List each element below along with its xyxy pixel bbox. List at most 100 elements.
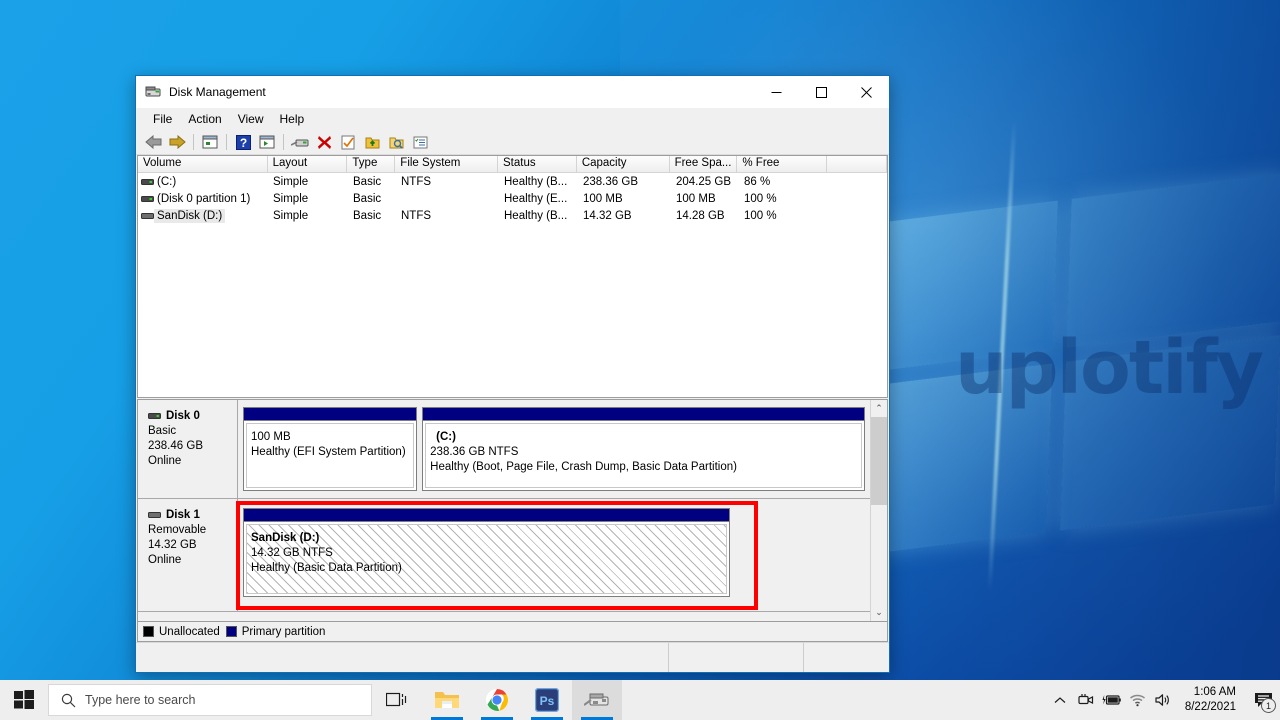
disk-management-icon[interactable] — [572, 680, 622, 720]
volume-removable-icon — [141, 212, 154, 219]
column-header-status[interactable]: Status — [498, 156, 577, 172]
table-row[interactable]: (C:) Simple Basic NTFS Healthy (B... 238… — [138, 173, 887, 190]
layout-cell: Simple — [273, 192, 309, 205]
task-view-icon[interactable] — [372, 680, 422, 720]
find-icon[interactable] — [385, 132, 407, 153]
table-row[interactable]: (Disk 0 partition 1) Simple Basic Health… — [138, 190, 887, 207]
delete-icon[interactable] — [313, 132, 335, 153]
file-system-cell: NTFS — [401, 175, 432, 188]
maximize-button[interactable] — [799, 76, 844, 108]
partition-size: 14.32 GB NTFS — [251, 547, 333, 559]
file-explorer-icon[interactable] — [422, 680, 472, 720]
column-header-layout[interactable]: Layout — [267, 156, 348, 172]
minimize-button[interactable] — [754, 76, 799, 108]
notification-count: 1 — [1261, 698, 1276, 713]
partition-efi[interactable]: 100 MB Healthy (EFI System Partition) — [243, 407, 418, 491]
free-space-cell: 14.28 GB — [676, 209, 725, 222]
scroll-down-button[interactable]: ⌄ — [871, 604, 887, 621]
volume-list-header: Volume Layout Type File System Status Ca… — [138, 156, 887, 173]
clock-date: 8/22/2021 — [1184, 701, 1236, 713]
disk-row-0[interactable]: Disk 0 Basic 238.46 GB Online 100 MB Hea… — [138, 400, 870, 499]
partition-size: 100 MB — [251, 431, 291, 443]
help-icon[interactable]: ? — [232, 132, 254, 153]
google-chrome-icon[interactable] — [472, 680, 522, 720]
volume-cell[interactable]: (Disk 0 partition 1) — [138, 192, 268, 206]
volume-icon[interactable] — [1151, 680, 1177, 720]
disk-partitions-1: SanDisk (D:) 14.32 GB NTFS Healthy (Basi… — [238, 499, 870, 611]
show-console-tree-icon[interactable] — [256, 132, 278, 153]
chevron-up-icon[interactable] — [1047, 680, 1073, 720]
column-header-free-space[interactable]: Free Spa... — [669, 156, 738, 172]
notification-icon[interactable]: 1 — [1246, 680, 1280, 720]
disk-management-window[interactable]: Disk Management File Action View Help ? … — [135, 75, 890, 673]
disk-row-1[interactable]: Disk 1 Removable 14.32 GB Online SanDisk… — [138, 499, 870, 612]
search-placeholder: Type here to search — [85, 693, 196, 707]
window-title: Disk Management — [169, 85, 266, 99]
close-button[interactable] — [844, 76, 889, 108]
partition-c[interactable]: (C:) 238.36 GB NTFS Healthy (Boot, Page … — [422, 407, 865, 491]
column-header-volume[interactable]: Volume — [138, 156, 268, 172]
type-cell: Basic — [353, 192, 382, 205]
legend-label-unallocated: Unallocated — [159, 625, 220, 638]
scrollbar-thumb[interactable] — [871, 417, 887, 505]
volume-cell[interactable]: (C:) — [138, 175, 268, 189]
refresh-icon[interactable] — [409, 132, 431, 153]
volume-drive-icon — [141, 195, 154, 202]
taskbar[interactable]: Type here to search Ps 1:06 AM 8/22/2021… — [0, 680, 1280, 720]
partition-sandisk[interactable]: SanDisk (D:) 14.32 GB NTFS Healthy (Basi… — [243, 508, 730, 597]
menu-action[interactable]: Action — [180, 109, 229, 129]
volume-drive-icon — [141, 178, 154, 185]
back-arrow-icon[interactable] — [142, 132, 164, 153]
partition-body: (C:) 238.36 GB NTFS Healthy (Boot, Page … — [425, 423, 862, 488]
graphical-view-scrollbar[interactable]: ⌃ ⌄ — [870, 400, 887, 621]
volume-cell[interactable]: SanDisk (D:) — [138, 208, 268, 223]
status-segment-2 — [669, 643, 804, 672]
percent-free-cell: 100 % — [744, 209, 777, 222]
graphical-view-pane[interactable]: Disk 0 Basic 238.46 GB Online 100 MB Hea… — [137, 399, 888, 622]
up-one-level-icon[interactable] — [199, 132, 221, 153]
volume-list-pane[interactable]: Volume Layout Type File System Status Ca… — [137, 155, 888, 398]
legend-swatch-unallocated — [143, 626, 154, 637]
removable-disk-icon — [148, 512, 161, 518]
partition-title: SanDisk (D:) — [251, 532, 320, 544]
menu-file[interactable]: File — [145, 109, 180, 129]
window-controls — [754, 76, 889, 108]
percent-free-cell: 86 % — [744, 175, 771, 188]
column-header-type[interactable]: Type — [347, 156, 396, 172]
status-bar — [136, 642, 889, 672]
search-input[interactable]: Type here to search — [48, 684, 372, 716]
disk-state-0: Online — [148, 455, 182, 467]
menu-view[interactable]: View — [230, 109, 272, 129]
window-titlebar[interactable]: Disk Management — [136, 76, 889, 108]
photoshop-icon[interactable]: Ps — [522, 680, 572, 720]
disk-size-0: 238.46 GB — [148, 440, 203, 452]
scrollbar-track[interactable] — [871, 417, 887, 604]
file-system-cell: NTFS — [401, 209, 432, 222]
disk-info-0[interactable]: Disk 0 Basic 238.46 GB Online — [138, 400, 238, 498]
export-list-icon[interactable] — [361, 132, 383, 153]
column-header-capacity[interactable]: Capacity — [576, 156, 670, 172]
search-icon — [61, 693, 76, 707]
wifi-icon[interactable] — [1125, 680, 1151, 720]
disk-state-1: Online — [148, 554, 182, 566]
watermark-text: uplotify — [955, 325, 1264, 411]
disk-info-1[interactable]: Disk 1 Removable 14.32 GB Online — [138, 499, 238, 611]
taskbar-clock[interactable]: 1:06 AM 8/22/2021 — [1177, 680, 1246, 720]
webcam-icon[interactable] — [1073, 680, 1099, 720]
disk-icon[interactable] — [289, 132, 311, 153]
status-cell: Healthy (E... — [504, 192, 568, 205]
table-row[interactable]: SanDisk (D:) Simple Basic NTFS Healthy (… — [138, 207, 887, 224]
column-header-file-system[interactable]: File System — [395, 156, 499, 172]
disk-title-1: Disk 1 — [148, 509, 237, 521]
start-icon[interactable] — [0, 680, 48, 720]
column-header-spacer — [827, 156, 887, 172]
menu-help[interactable]: Help — [272, 109, 313, 129]
disk-name-1: Disk 1 — [166, 509, 200, 521]
scroll-up-button[interactable]: ⌃ — [871, 400, 887, 417]
properties-icon[interactable] — [337, 132, 359, 153]
column-header-percent-free[interactable]: % Free — [737, 156, 828, 172]
disk-management-icon — [145, 86, 161, 97]
type-cell: Basic — [353, 175, 382, 188]
battery-charging-icon[interactable] — [1099, 680, 1125, 720]
forward-arrow-icon[interactable] — [166, 132, 188, 153]
